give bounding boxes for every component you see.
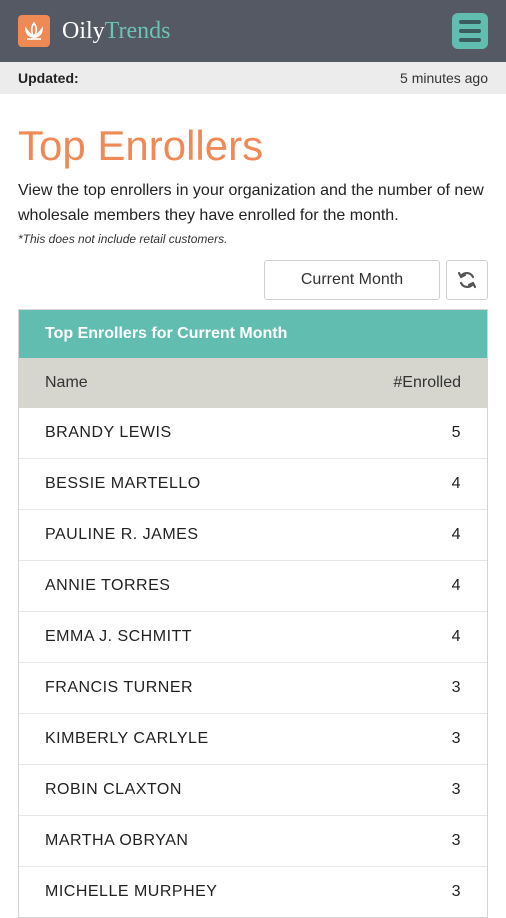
enroller-name: EMMA J. SCHMITT — [45, 628, 193, 645]
enroller-name: KIMBERLY CARLYLE — [45, 730, 209, 747]
table-row[interactable]: BRANDY LEWIS 5 — [19, 408, 487, 459]
enrolled-count: 5 — [451, 424, 461, 441]
table-row[interactable]: MARTHA OBRYAN 3 — [19, 816, 487, 867]
table-row[interactable]: MICHELLE MURPHEY 3 — [19, 867, 487, 917]
table-title: Top Enrollers for Current Month — [19, 310, 487, 358]
refresh-icon — [457, 271, 477, 289]
enrolled-count: 3 — [451, 730, 461, 747]
enrolled-count: 3 — [451, 679, 461, 696]
brand-name-part2: Trends — [104, 17, 171, 44]
enrolled-count: 3 — [451, 883, 461, 900]
enrolled-count: 3 — [451, 832, 461, 849]
enroller-name: MARTHA OBRYAN — [45, 832, 189, 849]
brand[interactable]: OilyTrends — [18, 15, 170, 47]
status-bar: Updated: 5 minutes ago — [0, 62, 506, 94]
table-row[interactable]: EMMA J. SCHMITT 4 — [19, 612, 487, 663]
column-header-name: Name — [45, 374, 88, 391]
column-header-enrolled: #Enrolled — [393, 374, 461, 391]
enroller-name: PAULINE R. JAMES — [45, 526, 199, 543]
enroller-name: MICHELLE MURPHEY — [45, 883, 218, 900]
table-row[interactable]: KIMBERLY CARLYLE 3 — [19, 714, 487, 765]
table-row[interactable]: BESSIE MARTELLO 4 — [19, 459, 487, 510]
enroller-name: BESSIE MARTELLO — [45, 475, 201, 492]
updated-label: Updated: — [18, 70, 79, 86]
refresh-button[interactable] — [446, 260, 488, 300]
filter-controls: Current Month — [18, 260, 488, 300]
updated-value: 5 minutes ago — [400, 70, 488, 86]
table-row[interactable]: ROBIN CLAXTON 3 — [19, 765, 487, 816]
enrolled-count: 4 — [451, 526, 461, 543]
page-note: *This does not include retail customers. — [18, 232, 228, 246]
enrolled-count: 4 — [451, 475, 461, 492]
table-body: BRANDY LEWIS 5 BESSIE MARTELLO 4 PAULINE… — [19, 408, 487, 917]
enrolled-count: 4 — [451, 628, 461, 645]
page-description: View the top enrollers in your organizat… — [18, 182, 484, 224]
table-header: Name #Enrolled — [19, 358, 487, 408]
app-header: OilyTrends — [0, 0, 506, 62]
lotus-icon — [18, 15, 50, 47]
brand-name-part1: Oily — [62, 17, 105, 44]
enroller-name: BRANDY LEWIS — [45, 424, 172, 441]
main-content: Top Enrollers View the top enrollers in … — [0, 122, 506, 918]
page-title: Top Enrollers — [18, 122, 264, 169]
enroller-name: ROBIN CLAXTON — [45, 781, 182, 798]
period-select[interactable]: Current Month — [264, 260, 440, 300]
hamburger-icon[interactable] — [452, 13, 488, 49]
brand-name: OilyTrends — [62, 18, 170, 45]
enroller-name: FRANCIS TURNER — [45, 679, 194, 696]
enrolled-count: 3 — [451, 781, 461, 798]
enroller-name: ANNIE TORRES — [45, 577, 171, 594]
table-row[interactable]: FRANCIS TURNER 3 — [19, 663, 487, 714]
enrolled-count: 4 — [451, 577, 461, 594]
table-row[interactable]: PAULINE R. JAMES 4 — [19, 510, 487, 561]
table-row[interactable]: ANNIE TORRES 4 — [19, 561, 487, 612]
enrollers-table: Top Enrollers for Current Month Name #En… — [18, 309, 488, 918]
